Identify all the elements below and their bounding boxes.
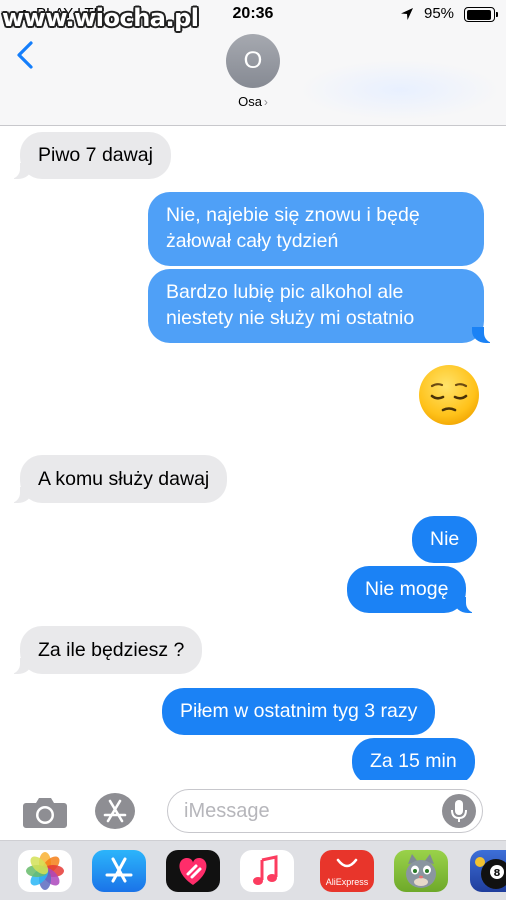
message-text: Piłem w ostatnim tyg 3 razy [180, 700, 418, 722]
aliexpress-label: AliExpress [325, 877, 369, 887]
camera-icon[interactable] [22, 795, 68, 829]
digital-touch-icon[interactable] [166, 850, 220, 892]
photos-icon[interactable] [18, 850, 72, 892]
status-bar: www.wiocha.pl PLAY LTE 20:36 95% [0, 0, 506, 32]
message-text: A komu służy dawaj [38, 468, 210, 490]
watermark: www.wiocha.pl [2, 4, 199, 32]
battery-icon [464, 7, 498, 22]
message-outgoing[interactable]: Nie mogę [347, 566, 477, 613]
message-incoming[interactable]: A komu służy dawaj [9, 455, 228, 503]
microphone-icon [451, 800, 467, 822]
chevron-right-icon: › [263, 95, 268, 109]
location-arrow-icon [401, 8, 413, 20]
message-incoming[interactable]: Za ile będziesz ? [9, 626, 203, 674]
app-store-button[interactable] [95, 793, 135, 829]
battery-percent: 95% [424, 5, 455, 22]
message-text: Za ile będziesz ? [38, 639, 185, 661]
message-input-placeholder: iMessage [184, 800, 270, 822]
music-icon[interactable] [240, 850, 294, 892]
message-text: Za 15 min [370, 750, 457, 772]
microphone-button[interactable] [442, 794, 476, 828]
app-store-icon [103, 799, 127, 823]
pensive-face-emoji[interactable] [418, 364, 480, 426]
message-outgoing[interactable]: Nie [412, 516, 478, 563]
message-text: Nie mogę [365, 578, 449, 600]
message-outgoing[interactable]: Piłem w ostatnim tyg 3 razy [162, 688, 436, 735]
app-store-icon[interactable] [92, 850, 146, 892]
back-chevron-icon[interactable] [14, 40, 36, 70]
message-outgoing[interactable]: Bardzo lubię pic alkohol ale niestety ni… [148, 269, 494, 343]
svg-text:8: 8 [494, 868, 501, 879]
message-outgoing[interactable]: Nie, najebie się znowu i będę żałował ca… [148, 192, 484, 266]
contact-avatar[interactable]: O [226, 34, 280, 88]
8-ball-pool-icon[interactable]: 8 [470, 850, 506, 892]
message-text: Nie [430, 528, 460, 550]
contact-name-button[interactable]: Osa › [0, 94, 506, 109]
talking-tom-icon[interactable] [394, 850, 448, 892]
message-text: Piwo 7 dawaj [38, 144, 153, 166]
aliexpress-icon[interactable]: AliExpress [320, 850, 374, 892]
message-text: Bardzo lubię pic alkohol ale niestety ni… [166, 281, 415, 329]
message-text: Nie, najebie się znowu i będę żałował ca… [166, 204, 420, 252]
contact-name: Osa [238, 94, 262, 109]
message-input[interactable]: iMessage [167, 789, 483, 833]
message-incoming[interactable]: Piwo 7 dawaj [10, 132, 171, 179]
message-outgoing[interactable]: Za 15 min [352, 738, 475, 785]
